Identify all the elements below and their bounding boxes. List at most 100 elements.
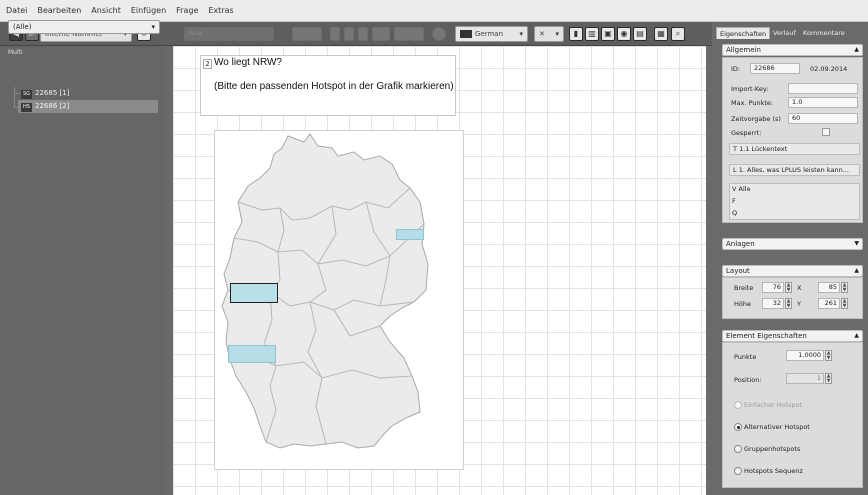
tree-item-label: 22686 [2]	[35, 102, 70, 110]
highlight-button[interactable]	[394, 27, 424, 41]
section-layout-header[interactable]: Layout ▲	[722, 265, 863, 277]
hoehe-input[interactable]: 32	[762, 298, 784, 309]
insert-textbox-button[interactable]: ▮	[569, 27, 583, 41]
row-prefix: V	[732, 185, 737, 193]
radio-label: Alternativer Hotspot	[744, 423, 810, 431]
menu-bearbeiten[interactable]: Bearbeiten	[37, 6, 81, 15]
language-value: German	[475, 30, 504, 38]
radio-circle-selected	[734, 423, 742, 431]
insert-table-button[interactable]: ▦	[654, 27, 668, 41]
bold-button[interactable]	[330, 27, 340, 41]
tree-item-selected[interactable]: HS 22686 [2]	[18, 100, 158, 113]
insert-chart-button[interactable]: ▥	[585, 27, 599, 41]
collapse-icon: ▲	[854, 332, 859, 339]
chevron-down-icon: ▾	[519, 30, 523, 38]
id-field: 22686	[750, 63, 800, 74]
section-title: Anlagen	[726, 240, 755, 248]
special-char-button[interactable]	[432, 27, 446, 41]
menu-datei[interactable]: Datei	[6, 6, 27, 15]
import-key-input[interactable]	[788, 83, 858, 94]
panel-label: Multi	[8, 49, 23, 56]
section-title: Allgemein	[726, 46, 761, 54]
radio-circle	[734, 467, 742, 475]
menu-einfuegen[interactable]: Einfügen	[131, 6, 166, 15]
radio-label: Gruppenhotspots	[744, 445, 801, 453]
vfq-row-v: V Alle	[732, 185, 751, 193]
section-allgemein-header[interactable]: Allgemein ▲	[722, 44, 863, 56]
tree-item-label: 22685 [1]	[35, 89, 70, 97]
y-stepper[interactable]: ▲ ▼	[841, 298, 848, 309]
max-punkte-input[interactable]: 1.0	[788, 97, 858, 108]
hotspot[interactable]	[228, 345, 276, 363]
radio-alternativer-hotspot[interactable]: Alternativer Hotspot	[734, 422, 810, 432]
tree-item[interactable]: SG 22685 [1]	[18, 87, 158, 100]
learning-goal-row[interactable]: L 1. Alles, was LPLUS leisten kann...	[729, 164, 860, 176]
menu-extras[interactable]: Extras	[208, 6, 233, 15]
row-text: 1.1 Lückentext	[739, 145, 788, 153]
collapse-icon: ▲	[854, 267, 859, 274]
radio-label: Einfacher Hotspot	[744, 401, 803, 409]
x-stepper[interactable]: ▲ ▼	[841, 282, 848, 293]
punkte-input[interactable]: 1.0000	[786, 350, 824, 361]
id-label: ID:	[731, 65, 741, 73]
radio-circle	[734, 445, 742, 453]
max-punkte-label: Max. Punkte:	[731, 99, 774, 107]
position-input[interactable]: 1	[786, 373, 824, 384]
font-combo[interactable]: Arial	[184, 27, 274, 41]
hoehe-stepper[interactable]: ▲ ▼	[785, 298, 792, 309]
radio-einfacher-hotspot[interactable]: Einfacher Hotspot	[734, 400, 802, 410]
italic-button[interactable]	[344, 27, 354, 41]
tab-kommentare[interactable]: Kommentare	[800, 27, 848, 39]
menu-ansicht[interactable]: Ansicht	[91, 6, 121, 15]
media-icon: ◉	[620, 29, 628, 38]
font-size-combo[interactable]	[292, 27, 322, 41]
gesperrt-label: Gesperrt:	[731, 129, 762, 137]
item-type-badge: SG	[21, 90, 32, 99]
hotspot-selected[interactable]	[230, 283, 278, 303]
menu-frage[interactable]: Frage	[176, 6, 198, 15]
zeitvorgabe-input[interactable]: 60	[788, 113, 858, 124]
expand-icon: ▼	[854, 240, 859, 247]
punkte-label: Punkte	[734, 353, 757, 361]
filter-value: (Alle)	[13, 23, 32, 31]
hotspot[interactable]	[396, 229, 424, 240]
insert-formula-button[interactable]: ▤	[633, 27, 647, 41]
y-input[interactable]: 261	[818, 298, 840, 309]
chart-icon: ▥	[588, 29, 596, 38]
section-element-header[interactable]: Element Eigenschaften ▲	[722, 330, 863, 342]
radio-gruppenhotspots[interactable]: Gruppenhotspots	[734, 444, 800, 454]
textbox-icon: ▮	[573, 29, 579, 38]
row-prefix: L	[733, 166, 737, 174]
gesperrt-checkbox[interactable]	[822, 128, 830, 136]
date-value: 02.09.2014	[810, 65, 848, 73]
text-color-button[interactable]	[372, 27, 390, 41]
radio-hotspots-sequenz[interactable]: Hotspots Sequenz	[734, 466, 803, 476]
language-combo[interactable]: German ▾	[455, 26, 528, 42]
hotspot-shape-combo[interactable]: ✕ ▾	[534, 26, 564, 42]
x-input[interactable]: 85	[818, 282, 840, 293]
formula-icon: ▤	[636, 29, 644, 38]
zoom-button[interactable]: ⌕	[671, 27, 685, 41]
category-row[interactable]: T 1.1 Lückentext	[729, 143, 860, 155]
punkte-stepper[interactable]: ▲ ▼	[825, 350, 832, 361]
tab-eigenschaften[interactable]: Eigenschaften	[716, 27, 771, 39]
hoehe-label: Höhe	[734, 300, 751, 308]
filter-combo[interactable]: (Alle) ▾	[8, 20, 160, 34]
breite-input[interactable]: 76	[762, 282, 784, 293]
position-stepper[interactable]: ▲ ▼	[825, 373, 832, 384]
import-key-label: Import-Key:	[731, 85, 769, 93]
insert-image-button[interactable]: ▣	[601, 27, 615, 41]
section-title: Element Eigenschaften	[726, 332, 807, 340]
collapse-icon: ▲	[854, 46, 859, 53]
question-instruction: (Bitte den passenden Hotspot in der Graf…	[214, 81, 454, 92]
insert-media-button[interactable]: ◉	[617, 27, 631, 41]
image-icon: ▣	[604, 29, 612, 38]
row-text: Alle	[738, 185, 751, 193]
vfq-row-q: Q	[732, 209, 738, 217]
underline-button[interactable]	[358, 27, 368, 41]
zeitvorgabe-label: Zeitvorgabe (s)	[731, 115, 781, 123]
section-anlagen-header[interactable]: Anlagen ▼	[722, 238, 863, 250]
radio-label: Hotspots Sequenz	[744, 467, 803, 475]
breite-stepper[interactable]: ▲ ▼	[785, 282, 792, 293]
tab-verlauf[interactable]: Verlauf	[770, 27, 799, 39]
